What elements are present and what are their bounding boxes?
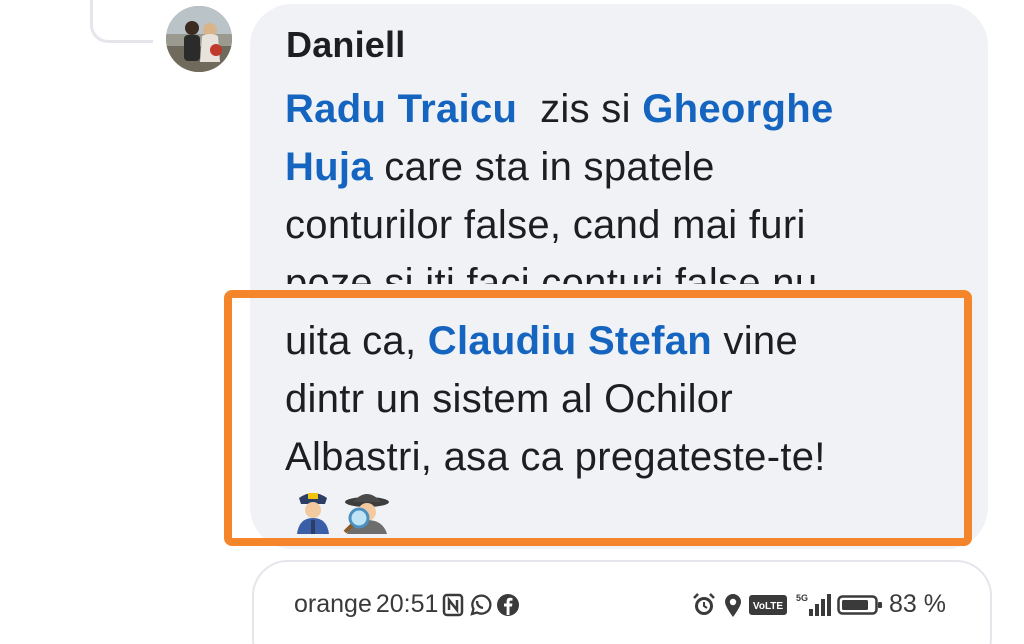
carrier-label: orange bbox=[294, 590, 372, 618]
comment-text-span: care sta in spatele bbox=[372, 145, 715, 189]
whatsapp-icon bbox=[470, 594, 492, 616]
highlight-box bbox=[224, 290, 972, 546]
nfc-icon bbox=[443, 593, 464, 616]
volte-label: VoLTE bbox=[753, 601, 784, 612]
thread-connector-line bbox=[90, 0, 153, 43]
volte-icon: VoLTE bbox=[749, 594, 788, 615]
time-label: 20:51 bbox=[375, 590, 439, 618]
comment-line-2: Huja care sta in spatele bbox=[285, 138, 965, 196]
comment-text-span: zis si bbox=[517, 87, 643, 131]
comment-line-4-clipped: poze si iti faci conturi false nu bbox=[285, 261, 818, 284]
status-bar-right: VoLTE 5G 83 % bbox=[691, 590, 946, 619]
status-bar-left: orange 20:51 bbox=[294, 590, 520, 619]
comment-screenshot: Daniell Radu Traicu zis si Gheorghe Huja… bbox=[0, 0, 1024, 644]
avatar[interactable] bbox=[166, 6, 232, 72]
mention-link[interactable]: Radu Traicu bbox=[285, 87, 517, 131]
signal-icon: 5G bbox=[796, 593, 832, 616]
mention-link[interactable]: Gheorghe bbox=[642, 87, 833, 131]
avatar-photo bbox=[166, 6, 232, 72]
status-bar: orange 20:51 VoLTE 5G 83 % bbox=[294, 590, 954, 626]
comment-line-1: Radu Traicu zis si Gheorghe bbox=[285, 80, 965, 138]
battery-icon bbox=[837, 594, 883, 615]
mention-link[interactable]: Huja bbox=[285, 145, 373, 189]
location-icon bbox=[725, 593, 742, 617]
battery-percent-label: 83 % bbox=[889, 590, 946, 618]
comment-author[interactable]: Daniell bbox=[286, 24, 405, 66]
comment-line-3: conturilor false, cand mai furi bbox=[285, 203, 806, 247]
alarm-icon bbox=[693, 592, 715, 615]
network-type-label: 5G bbox=[796, 593, 808, 603]
facebook-icon bbox=[497, 593, 520, 616]
